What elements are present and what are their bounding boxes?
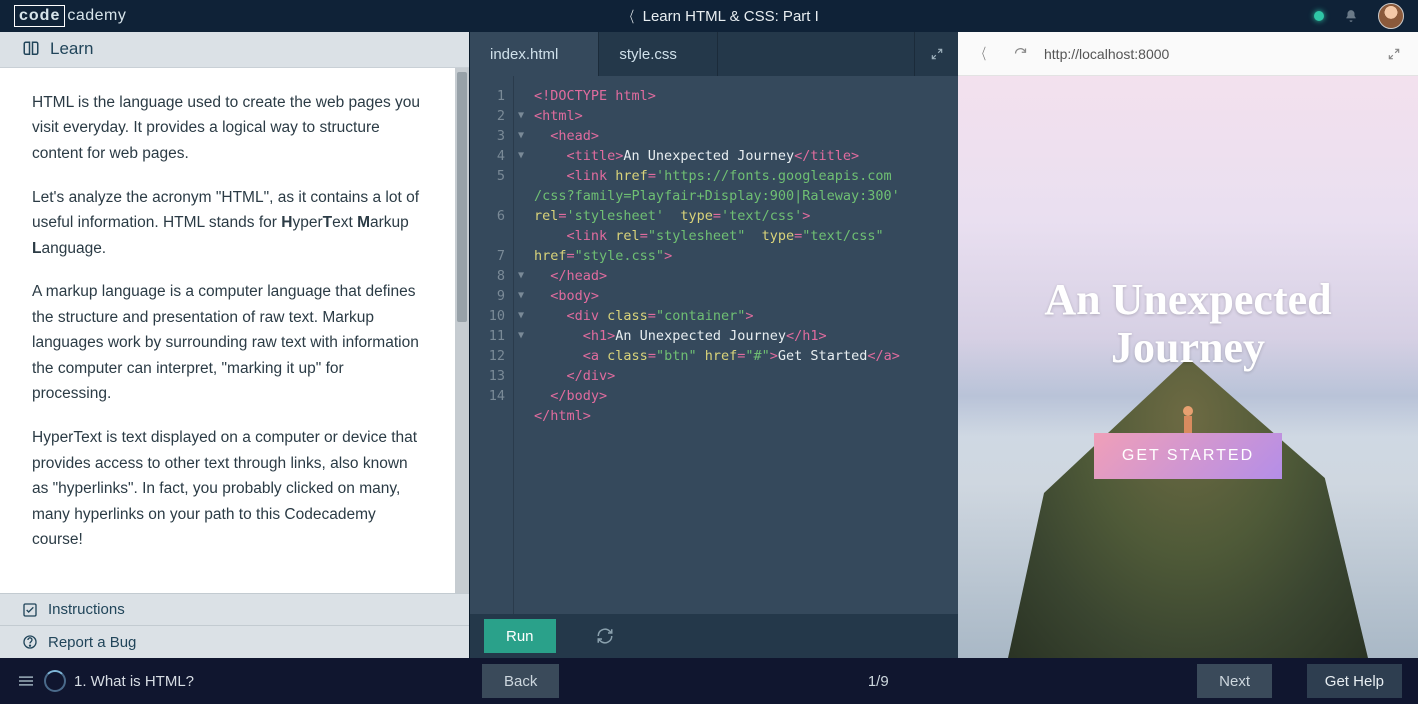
spinner-icon bbox=[44, 670, 66, 692]
refresh-icon bbox=[596, 627, 614, 645]
progress-indicator: 1/9 bbox=[868, 673, 889, 690]
logo-rest: cademy bbox=[67, 7, 126, 25]
lesson-header-label: Learn bbox=[50, 39, 93, 59]
bottombar: 1. What is HTML? Back 1/9 Next Get Help bbox=[0, 658, 1418, 704]
main: Learn HTML is the language used to creat… bbox=[0, 32, 1418, 658]
chevron-left-icon: 〈 bbox=[625, 6, 634, 27]
line-gutter: 1234567891011121314 bbox=[470, 76, 514, 614]
expand-editor-button[interactable] bbox=[914, 32, 958, 76]
scrollbar[interactable] bbox=[455, 68, 469, 593]
bottombar-center: Back 1/9 Next bbox=[472, 664, 1282, 698]
lesson-para: A markup language is a computer language… bbox=[32, 279, 425, 407]
report-bug-section[interactable]: Report a Bug bbox=[0, 625, 469, 658]
course-title[interactable]: 〈 Learn HTML & CSS: Part I bbox=[622, 6, 819, 27]
preview-get-started-button[interactable]: GET STARTED bbox=[1094, 433, 1282, 479]
get-help-button[interactable]: Get Help bbox=[1307, 664, 1402, 698]
browser-url[interactable]: http://localhost:8000 bbox=[1044, 46, 1370, 62]
lesson-para: HTML is the language used to create the … bbox=[32, 90, 425, 167]
code-text[interactable]: <!DOCTYPE html><html> <head> <title>An U… bbox=[528, 76, 958, 614]
checkbox-icon bbox=[22, 602, 38, 618]
code-area[interactable]: 1234567891011121314 ▼▼▼▼▼▼▼ <!DOCTYPE ht… bbox=[470, 76, 958, 614]
lesson-body[interactable]: HTML is the language used to create the … bbox=[0, 68, 455, 593]
status-indicator-icon[interactable] bbox=[1314, 11, 1324, 21]
bottombar-left: 1. What is HTML? bbox=[16, 670, 472, 692]
lesson-panel: Learn HTML is the language used to creat… bbox=[0, 32, 470, 658]
tab-style-css[interactable]: style.css bbox=[599, 32, 718, 76]
avatar[interactable] bbox=[1378, 3, 1404, 29]
lesson-para: HyperText is text displayed on a compute… bbox=[32, 425, 425, 553]
browser-bar: 〈 http://localhost:8000 bbox=[958, 32, 1418, 76]
topbar-right bbox=[1314, 3, 1404, 29]
course-title-text: Learn HTML & CSS: Part I bbox=[643, 8, 819, 25]
logo[interactable]: codecademy bbox=[14, 5, 126, 27]
report-bug-label: Report a Bug bbox=[48, 634, 136, 651]
bottombar-right: Get Help bbox=[1282, 664, 1402, 698]
preview-hero-title: An Unexpected Journey bbox=[1044, 276, 1331, 373]
editor-tabs: index.html style.css bbox=[470, 32, 958, 76]
reset-code-button[interactable] bbox=[596, 627, 614, 645]
browser-refresh-button[interactable] bbox=[1006, 40, 1034, 68]
run-button[interactable]: Run bbox=[484, 619, 556, 653]
expand-icon bbox=[1387, 47, 1401, 61]
menu-icon[interactable] bbox=[16, 674, 36, 688]
editor-panel: index.html style.css 1234567891011121314… bbox=[470, 32, 958, 658]
expand-preview-button[interactable] bbox=[1380, 40, 1408, 68]
preview-panel: 〈 http://localhost:8000 An Unexpected Jo… bbox=[958, 32, 1418, 658]
chevron-left-icon: 〈 bbox=[977, 43, 986, 64]
instructions-section[interactable]: Instructions bbox=[0, 593, 469, 626]
preview-graphic-mountain bbox=[1008, 358, 1368, 658]
tab-spacer bbox=[718, 32, 914, 76]
next-button[interactable]: Next bbox=[1197, 664, 1272, 698]
expand-icon bbox=[930, 47, 944, 61]
book-icon bbox=[22, 40, 40, 58]
lesson-title: 1. What is HTML? bbox=[74, 673, 194, 690]
logo-boxed: code bbox=[14, 5, 65, 27]
topbar: codecademy 〈 Learn HTML & CSS: Part I bbox=[0, 0, 1418, 32]
question-icon bbox=[22, 634, 38, 650]
scrollbar-thumb[interactable] bbox=[457, 72, 467, 322]
fold-column: ▼▼▼▼▼▼▼ bbox=[514, 76, 528, 614]
refresh-icon bbox=[1013, 46, 1028, 61]
browser-back-button[interactable]: 〈 bbox=[968, 40, 996, 68]
bell-icon[interactable] bbox=[1344, 9, 1358, 23]
editor-footer: Run bbox=[470, 614, 958, 658]
tab-index-html[interactable]: index.html bbox=[470, 32, 599, 76]
lesson-header[interactable]: Learn bbox=[0, 32, 469, 68]
preview-body: An Unexpected Journey GET STARTED bbox=[958, 76, 1418, 658]
lesson-para: Let's analyze the acronym "HTML", as it … bbox=[32, 185, 425, 262]
instructions-label: Instructions bbox=[48, 601, 125, 618]
back-button[interactable]: Back bbox=[482, 664, 559, 698]
